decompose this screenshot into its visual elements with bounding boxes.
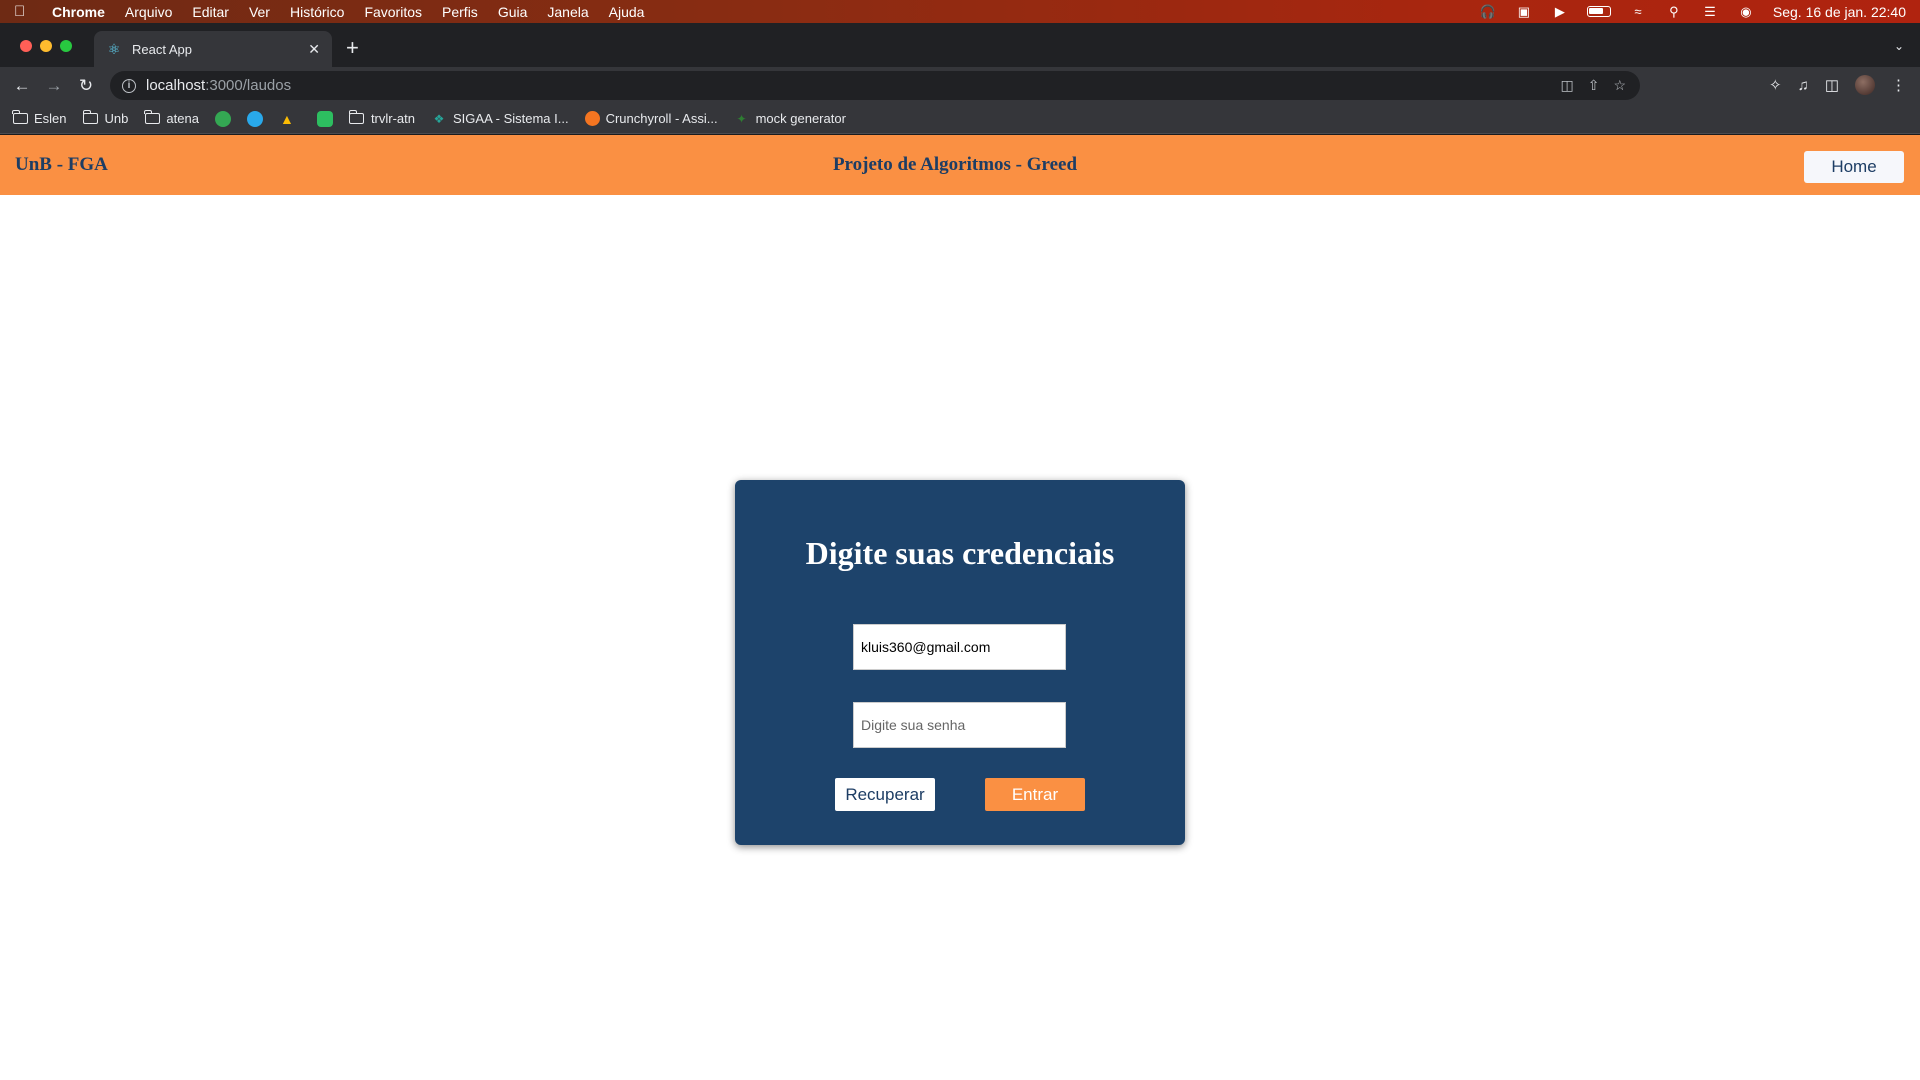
address-bar[interactable]: i localhost:3000/laudos ◫ ⇧ ☆ — [110, 71, 1640, 100]
bookmark-mock-generator[interactable]: ✦ mock generator — [734, 111, 846, 126]
tab-search-icon[interactable]: ⌄ — [1894, 39, 1904, 53]
tab-title: React App — [132, 41, 192, 57]
menu-guia[interactable]: Guia — [498, 4, 528, 20]
bookmark-drive[interactable]: ▲ — [279, 110, 301, 127]
crunchyroll-icon — [584, 111, 600, 126]
site-info-icon[interactable]: i — [122, 78, 136, 93]
telegram-icon — [246, 110, 263, 127]
browser-toolbar: ← → ↻ i localhost:3000/laudos ◫ ⇧ ☆ ✧ ♫ … — [0, 67, 1920, 104]
bookmark-evernote[interactable] — [316, 110, 333, 127]
page-viewport: UnB - FGA Projeto de Algoritmos - Greed … — [0, 135, 1920, 1080]
bookmark-label: trvlr-atn — [370, 111, 415, 126]
recover-button[interactable]: Recuperar — [835, 778, 935, 811]
url-host: localhost — [146, 77, 206, 94]
enter-button[interactable]: Entrar — [985, 778, 1085, 811]
bookmark-telegram[interactable] — [246, 110, 263, 127]
side-panel-icon[interactable]: ◫ — [1825, 76, 1839, 94]
bookmark-sigaa[interactable]: ❖ SIGAA - Sistema I... — [431, 111, 569, 126]
maximize-window-icon[interactable] — [60, 40, 72, 52]
back-icon[interactable]: ← — [12, 76, 32, 96]
menu-ajuda[interactable]: Ajuda — [609, 4, 645, 20]
menubar-clock[interactable]: Seg. 16 de jan. 22:40 — [1773, 4, 1906, 20]
folder-icon — [144, 110, 160, 125]
bookmark-atena[interactable]: atena — [144, 110, 199, 126]
play-icon[interactable]: ▶ — [1551, 4, 1569, 19]
page-title: Projeto de Algoritmos - Greed — [832, 154, 1078, 175]
share-icon[interactable]: ⇧ — [1588, 77, 1600, 94]
bookmark-eslen[interactable]: Eslen — [12, 110, 67, 126]
login-card: Digite suas credenciais Recuperar Entrar — [735, 480, 1185, 845]
minimize-window-icon[interactable] — [40, 40, 52, 52]
folder-icon — [348, 110, 365, 125]
menu-ver[interactable]: Ver — [249, 4, 270, 20]
bookmark-label: Crunchyroll - Assi... — [605, 111, 718, 126]
bookmark-label: Eslen — [34, 111, 67, 126]
menu-arquivo[interactable]: Arquivo — [125, 4, 172, 20]
wifi-icon[interactable]: ≈ — [1629, 4, 1647, 19]
profile-avatar[interactable] — [1855, 75, 1875, 95]
close-window-icon[interactable] — [20, 40, 32, 52]
react-favicon-icon: ⚛ — [107, 40, 121, 57]
menu-perfis[interactable]: Perfis — [442, 4, 478, 20]
menu-app-name[interactable]: Chrome — [52, 4, 105, 20]
translate-icon[interactable]: ◫ — [1560, 77, 1573, 94]
bookmark-unb[interactable]: Unb — [82, 110, 129, 126]
bookmark-label: Unb — [104, 111, 129, 126]
folder-icon — [12, 110, 28, 125]
bookmark-crunchyroll[interactable]: Crunchyroll - Assi... — [584, 111, 718, 126]
bookmark-calendar[interactable] — [214, 110, 231, 127]
calendar-icon — [214, 110, 231, 127]
folder-icon — [82, 110, 99, 125]
bookmark-trvlr-atn[interactable]: trvlr-atn — [348, 110, 415, 126]
search-icon[interactable]: ⚲ — [1665, 4, 1683, 19]
menu-janela[interactable]: Janela — [547, 4, 588, 20]
address-bar-actions: ◫ ⇧ ☆ — [1560, 77, 1626, 94]
menubar-status-area: 🎧 ▣ ▶ ≈ ⚲ ☰ ◉ Seg. 16 de jan. 22:40 — [1479, 4, 1906, 20]
new-tab-icon[interactable]: + — [346, 37, 359, 59]
email-field[interactable] — [853, 624, 1066, 670]
close-tab-icon[interactable]: ✕ — [308, 41, 320, 58]
reload-icon[interactable]: ↻ — [76, 76, 96, 96]
extensions-icon[interactable]: ✧ — [1769, 76, 1782, 94]
apple-icon[interactable]:  — [14, 3, 32, 20]
home-button[interactable]: Home — [1804, 151, 1904, 183]
forward-icon[interactable]: → — [44, 76, 64, 96]
menu-favoritos[interactable]: Favoritos — [364, 4, 422, 20]
browser-tab-active[interactable]: ⚛ React App ✕ — [94, 31, 332, 67]
control-center-icon[interactable]: ☰ — [1701, 4, 1719, 19]
app-header: UnB - FGA Projeto de Algoritmos - Greed … — [0, 135, 1920, 195]
bookmarks-bar: Eslen Unb atena ▲ trvlr-atn ❖ SIGAA - Si… — [0, 104, 1920, 134]
bookmark-label: atena — [166, 111, 199, 126]
menu-historico[interactable]: Histórico — [290, 4, 344, 20]
evernote-icon — [316, 110, 333, 127]
macos-menubar:  Chrome Arquivo Editar Ver Histórico Fa… — [0, 0, 1920, 23]
siri-icon[interactable]: ◉ — [1737, 4, 1755, 19]
bookmark-star-icon[interactable]: ☆ — [1613, 77, 1626, 94]
toolbar-right-actions: ✧ ♫ ◫ ⋮ — [1769, 75, 1906, 95]
menu-editar[interactable]: Editar — [192, 4, 229, 20]
window-controls — [20, 40, 72, 52]
google-drive-icon: ▲ — [280, 110, 294, 127]
sigaa-icon: ❖ — [433, 111, 445, 126]
display-icon[interactable]: ▣ — [1515, 4, 1533, 19]
battery-icon[interactable] — [1586, 6, 1611, 17]
bookmark-label: SIGAA - Sistema I... — [453, 111, 569, 126]
headphones-icon[interactable]: 🎧 — [1479, 4, 1497, 19]
bookmark-label: mock generator — [755, 111, 846, 126]
url-path: :3000/laudos — [205, 77, 292, 94]
more-menu-icon[interactable]: ⋮ — [1891, 76, 1906, 94]
login-heading: Digite suas credenciais — [805, 535, 1115, 571]
browser-tab-strip: ⚛ React App ✕ + ⌄ — [0, 23, 1920, 67]
password-field[interactable] — [853, 702, 1066, 748]
mock-generator-icon: ✦ — [736, 111, 747, 126]
media-controls-icon[interactable]: ♫ — [1798, 77, 1809, 94]
